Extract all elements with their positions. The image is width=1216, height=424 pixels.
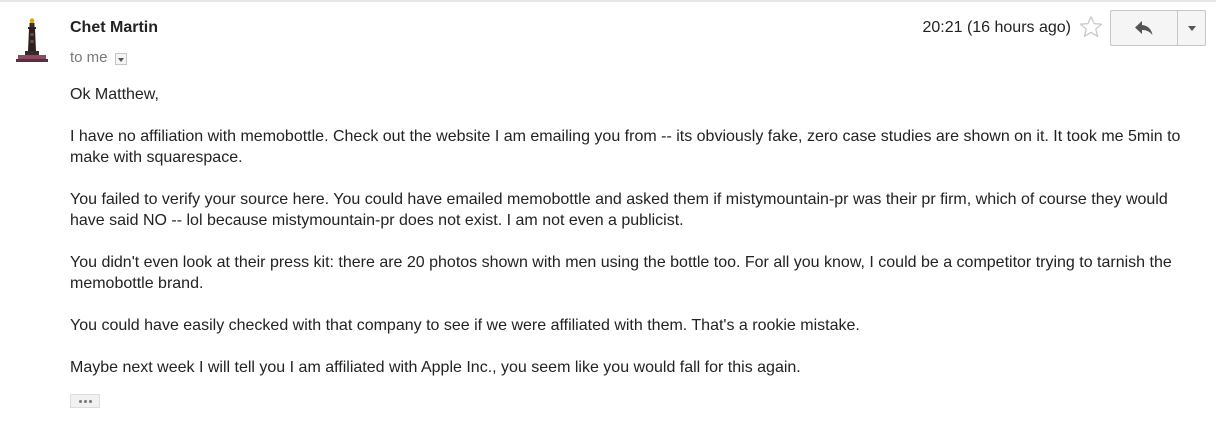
body-paragraph: I have no affiliation with memobottle. C… xyxy=(70,128,1181,166)
more-options-button[interactable] xyxy=(1178,11,1205,45)
message-body: Ok Matthew, I have no affiliation with m… xyxy=(70,84,1200,399)
body-paragraph: You failed to verify your source here. Y… xyxy=(70,191,1168,229)
reply-button[interactable] xyxy=(1111,11,1178,45)
body-paragraph: Maybe next week I will tell you I am aff… xyxy=(70,359,801,376)
ellipsis-icon xyxy=(78,399,82,403)
details-caret-icon[interactable] xyxy=(114,53,127,65)
chevron-down-icon xyxy=(1187,25,1196,31)
ellipsis-dot xyxy=(83,399,87,403)
sender-avatar[interactable] xyxy=(14,18,50,64)
show-trimmed-content-button[interactable] xyxy=(70,394,100,408)
top-divider xyxy=(0,0,1216,2)
message-timestamp: 20:21 (16 hours ago) xyxy=(922,19,1071,36)
recipient-label: to me xyxy=(70,49,108,66)
reply-button-group xyxy=(1110,10,1206,46)
sender-name[interactable]: Chet Martin xyxy=(70,18,158,38)
star-icon[interactable] xyxy=(1078,14,1104,40)
ellipsis-dot xyxy=(88,399,92,403)
body-paragraph: Ok Matthew, xyxy=(70,86,159,103)
body-paragraph: You didn't even look at their press kit:… xyxy=(70,254,1172,292)
reply-arrow-icon xyxy=(1135,21,1153,35)
recipient-line: to me xyxy=(70,48,127,68)
body-paragraph: You could have easily checked with that … xyxy=(70,317,860,334)
